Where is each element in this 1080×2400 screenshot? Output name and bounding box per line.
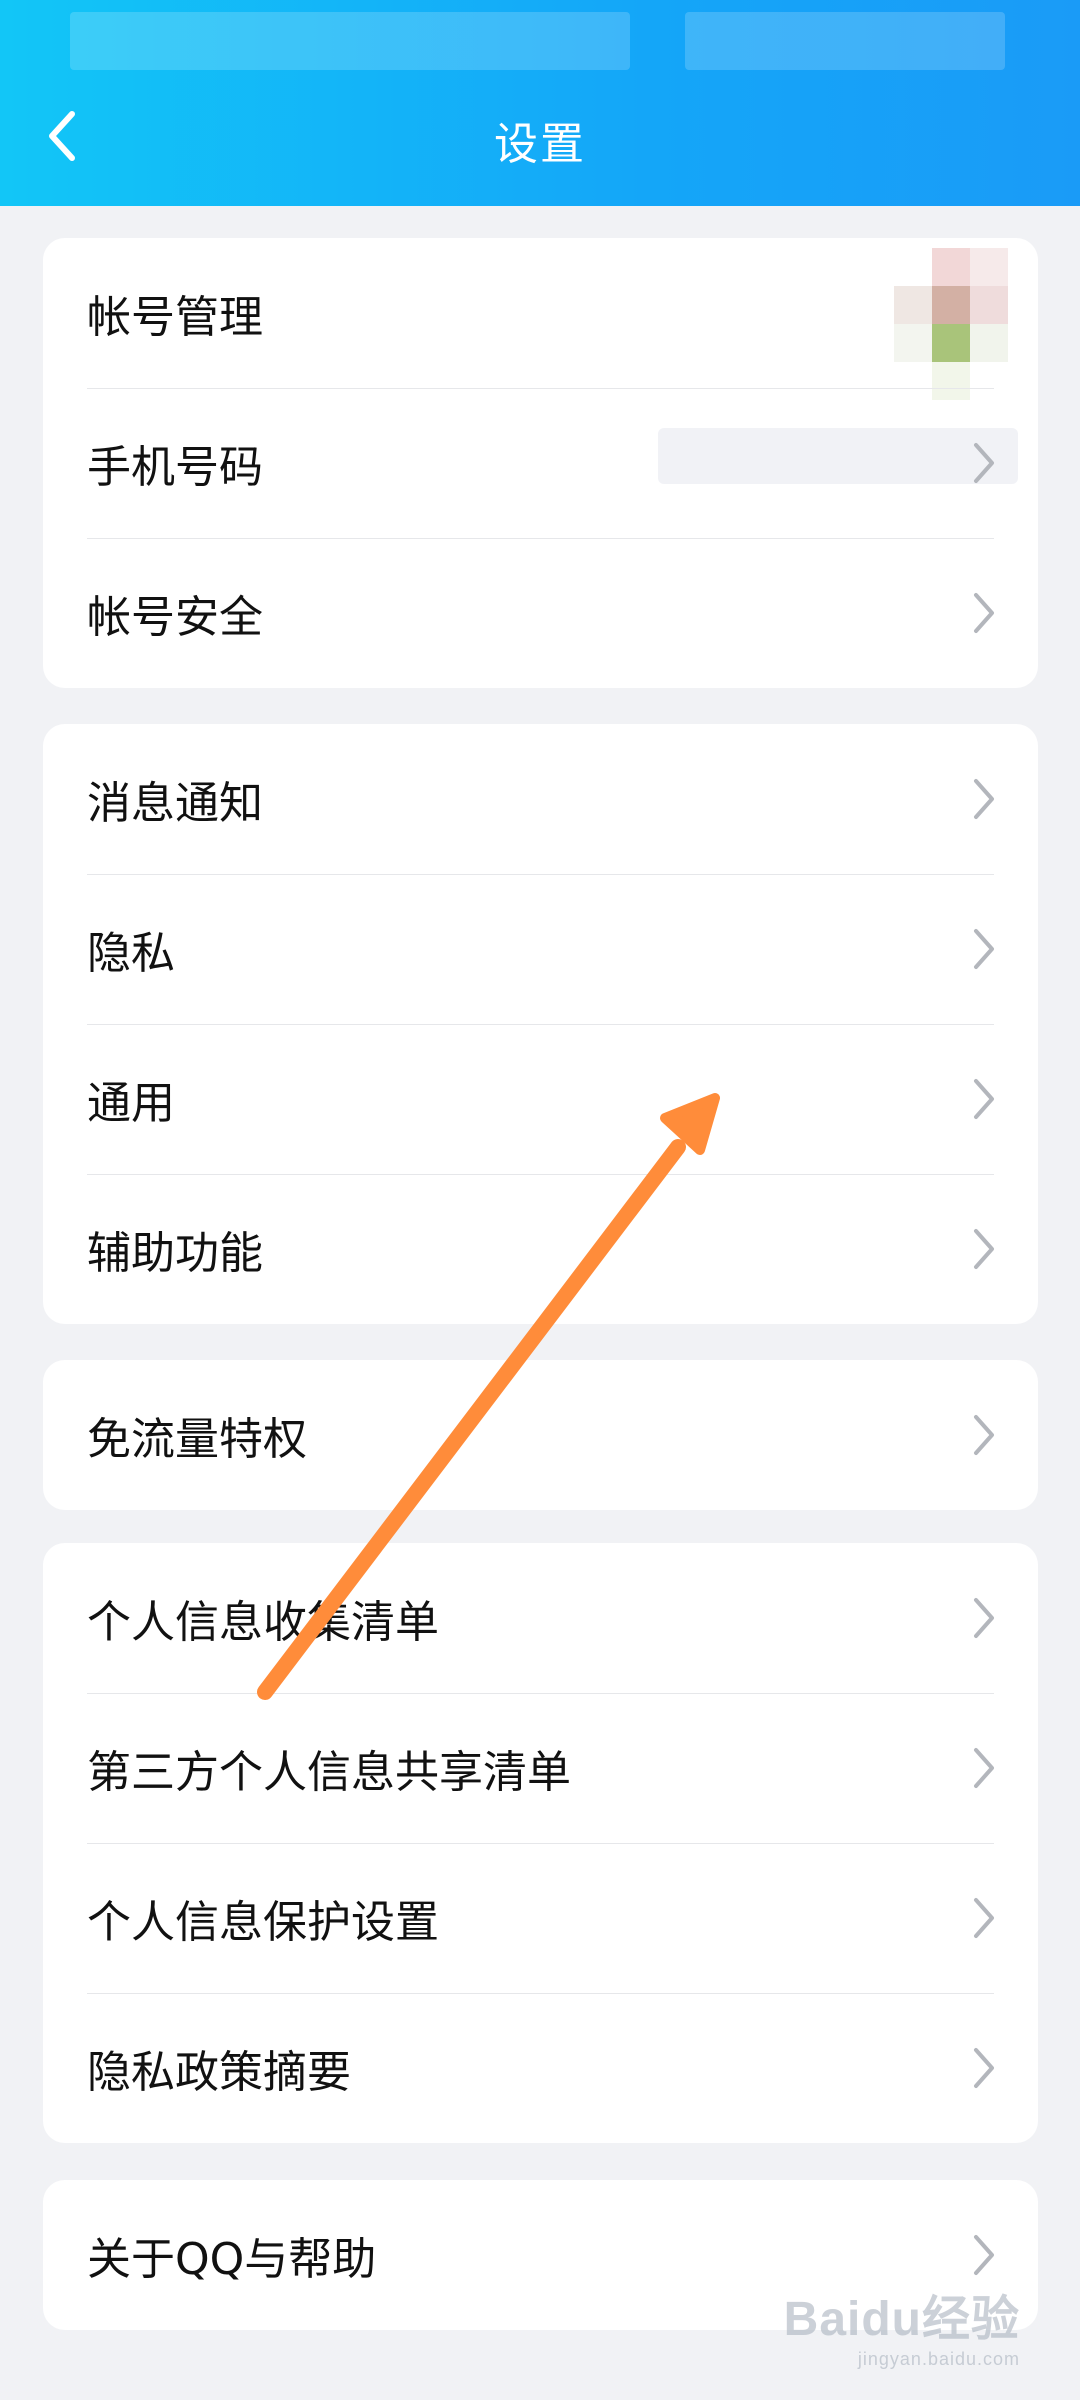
- chevron-right-icon: [974, 929, 994, 969]
- phone-number-blur: [658, 428, 1018, 484]
- page-title: 设置: [494, 119, 586, 170]
- row-label: 通用: [87, 1078, 175, 1129]
- chevron-right-icon: [974, 1598, 994, 1638]
- chevron-right-icon: [974, 2235, 994, 2275]
- row-label: 手机号码: [87, 442, 263, 493]
- watermark-logo: Baidu经验: [783, 2293, 1020, 2346]
- settings-row-free-data[interactable]: 免流量特权: [43, 1360, 1038, 1510]
- row-label: 个人信息保护设置: [87, 1897, 439, 1948]
- chevron-right-icon: [974, 1229, 994, 1269]
- status-bar-blur: [70, 12, 630, 70]
- chevron-right-icon: [974, 1415, 994, 1455]
- settings-row-general[interactable]: 通用: [43, 1024, 1038, 1174]
- title-bar: 设置: [0, 0, 1080, 206]
- chevron-right-icon: [974, 779, 994, 819]
- chevron-right-icon: [974, 1898, 994, 1938]
- settings-row-accessibility[interactable]: 辅助功能: [43, 1174, 1038, 1324]
- row-label: 隐私: [87, 928, 175, 979]
- data-privilege-group: 免流量特权: [43, 1360, 1038, 1510]
- row-label: 消息通知: [87, 778, 263, 829]
- chevron-right-icon: [974, 593, 994, 633]
- settings-row-info-collection-list[interactable]: 个人信息收集清单: [43, 1543, 1038, 1693]
- row-label: 辅助功能: [87, 1228, 263, 1279]
- settings-row-third-party-sharing-list[interactable]: 第三方个人信息共享清单: [43, 1693, 1038, 1843]
- row-label: 帐号管理: [87, 292, 263, 343]
- settings-row-phone-number[interactable]: 手机号码: [43, 388, 1038, 538]
- row-label: 个人信息收集清单: [87, 1597, 439, 1648]
- personal-info-group: 个人信息收集清单 第三方个人信息共享清单 个人信息保护设置 隐私政策摘要: [43, 1543, 1038, 2143]
- settings-row-account-security[interactable]: 帐号安全: [43, 538, 1038, 688]
- row-label: 第三方个人信息共享清单: [87, 1747, 571, 1798]
- chevron-right-icon: [974, 1748, 994, 1788]
- watermark-url: jingyan.baidu.com: [857, 2349, 1020, 2369]
- watermark: Baidu经验 jingyan.baidu.com: [784, 2279, 1020, 2370]
- chevron-right-icon: [974, 2048, 994, 2088]
- status-bar-blur: [685, 12, 1005, 70]
- chevron-right-icon: [974, 1079, 994, 1119]
- settings-row-info-protection-settings[interactable]: 个人信息保护设置: [43, 1843, 1038, 1993]
- preferences-group: 消息通知 隐私 通用 辅助功能: [43, 724, 1038, 1324]
- chevron-right-icon: [974, 443, 994, 483]
- settings-row-privacy-policy-summary[interactable]: 隐私政策摘要: [43, 1993, 1038, 2143]
- settings-row-privacy[interactable]: 隐私: [43, 874, 1038, 1024]
- settings-row-notifications[interactable]: 消息通知: [43, 724, 1038, 874]
- row-label: 关于QQ与帮助: [87, 2234, 377, 2285]
- settings-row-account-management[interactable]: 帐号管理: [43, 238, 1038, 400]
- account-group: 帐号管理 手机号码 帐号安全: [43, 238, 1038, 688]
- row-label: 免流量特权: [87, 1414, 307, 1465]
- row-label: 隐私政策摘要: [87, 2047, 351, 2098]
- row-label: 帐号安全: [87, 592, 263, 643]
